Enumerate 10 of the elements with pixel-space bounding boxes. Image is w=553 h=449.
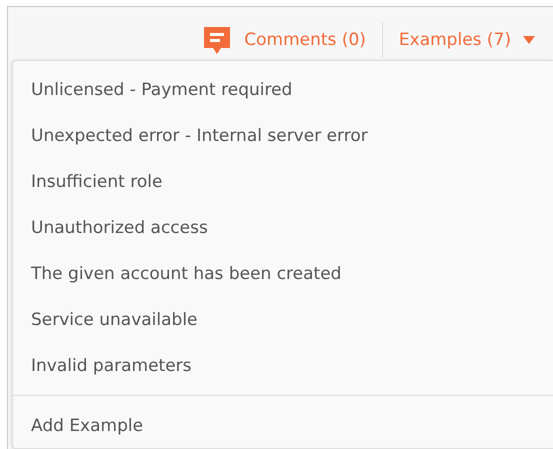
caret-icon [523, 36, 535, 44]
menu-item[interactable]: Insufficient role [13, 159, 553, 205]
menu-item[interactable]: Unlicensed - Payment required [13, 67, 553, 113]
menu-item[interactable]: The given account has been created [13, 251, 553, 297]
comment-icon [204, 26, 230, 54]
menu-item[interactable]: Invalid parameters [13, 343, 553, 389]
menu-item[interactable]: Unexpected error - Internal server error [13, 113, 553, 159]
menu-item[interactable]: Unauthorized access [13, 205, 553, 251]
add-example-item[interactable]: Add Example [13, 402, 553, 449]
menu-item[interactable]: Service unavailable [13, 297, 553, 343]
